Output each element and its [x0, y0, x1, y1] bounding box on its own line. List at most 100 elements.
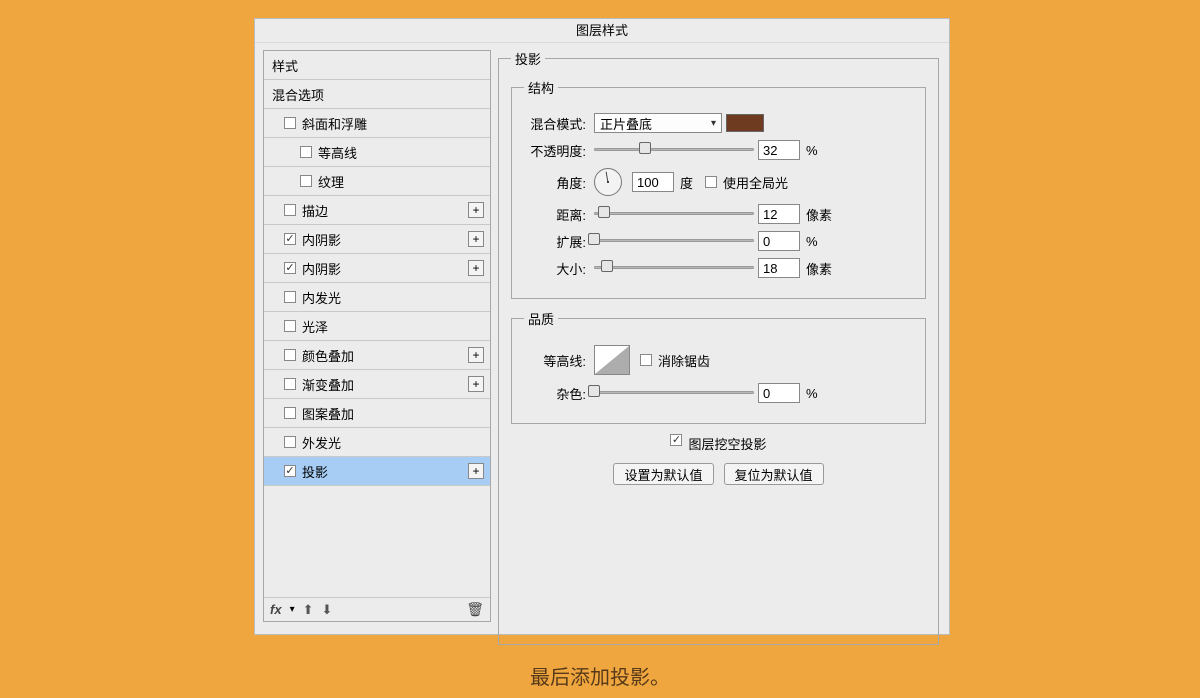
add-effect-icon[interactable]: +	[468, 347, 484, 363]
sidebar-header-label: 混合选项	[272, 85, 324, 104]
angle-input[interactable]: 100	[632, 172, 674, 192]
sidebar-footer: fx ▾ ⬆ ⬇ 🗑	[264, 597, 490, 621]
angle-label: 角度:	[524, 173, 586, 192]
distance-input[interactable]: 12	[758, 204, 800, 224]
antialias-label: 消除锯齿	[658, 351, 710, 370]
angle-unit: 度	[680, 173, 693, 192]
style-item[interactable]: 描边 +	[264, 196, 490, 225]
sidebar-header-label: 样式	[272, 56, 298, 75]
style-checkbox[interactable]	[284, 349, 296, 361]
opacity-label: 不透明度:	[524, 141, 586, 160]
style-checkbox[interactable]	[284, 291, 296, 303]
noise-slider[interactable]	[594, 386, 754, 400]
style-item-label: 内阴影	[302, 230, 341, 249]
settings-panel: 投影 结构 混合模式: 正片叠底 ▾ 不透明度: 32	[496, 43, 949, 634]
blend-mode-select[interactable]: 正片叠底 ▾	[594, 113, 722, 133]
opacity-slider[interactable]	[594, 143, 754, 157]
page-caption: 最后添加投影。	[0, 661, 1200, 690]
structure-legend: 结构	[524, 78, 558, 97]
panel-title: 投影	[511, 49, 545, 68]
style-checkbox[interactable]	[300, 175, 312, 187]
style-item[interactable]: 图案叠加	[264, 399, 490, 428]
drop-shadow-fieldset: 投影 结构 混合模式: 正片叠底 ▾ 不透明度: 32	[498, 49, 939, 645]
add-effect-icon[interactable]: +	[468, 202, 484, 218]
style-item-label: 描边	[302, 201, 328, 220]
style-item[interactable]: 纹理	[264, 167, 490, 196]
quality-legend: 品质	[524, 309, 558, 328]
styles-list: 样式 混合选项 斜面和浮雕等高线纹理描边+内阴影+内阴影+内发光光泽颜色叠加+渐…	[264, 51, 490, 597]
add-effect-icon[interactable]: +	[468, 231, 484, 247]
layer-style-dialog: 图层样式 样式 混合选项 斜面和浮雕等高线纹理描边 + 内阴影 + 内阴影 + 内发光光泽颜…	[254, 18, 950, 635]
fx-menu-icon[interactable]: fx	[270, 602, 282, 617]
style-item-label: 投影	[302, 462, 328, 481]
size-unit: 像素	[806, 259, 832, 278]
noise-unit: %	[806, 386, 818, 401]
add-effect-icon[interactable]: +	[468, 260, 484, 276]
style-item[interactable]: 内发光	[264, 283, 490, 312]
style-item[interactable]: 光泽	[264, 312, 490, 341]
blend-mode-value: 正片叠底	[600, 114, 652, 133]
style-item-label: 内阴影	[302, 259, 341, 278]
style-item[interactable]: 外发光	[264, 428, 490, 457]
style-item[interactable]: 投影 +	[264, 457, 490, 486]
style-item[interactable]: 等高线	[264, 138, 490, 167]
style-checkbox[interactable]	[284, 436, 296, 448]
style-item[interactable]: 颜色叠加+	[264, 341, 490, 370]
style-checkbox[interactable]	[284, 320, 296, 332]
style-checkbox[interactable]	[284, 378, 296, 390]
move-up-icon[interactable]: ⬆	[303, 602, 314, 618]
contour-picker[interactable]	[594, 345, 630, 375]
style-item[interactable]: 斜面和浮雕	[264, 109, 490, 138]
opacity-unit: %	[806, 143, 818, 158]
spread-input[interactable]: 0	[758, 231, 800, 251]
global-light-label: 使用全局光	[723, 173, 788, 192]
style-checkbox[interactable]	[284, 262, 296, 274]
knockout-checkbox[interactable]	[670, 434, 682, 446]
spread-unit: %	[806, 234, 818, 249]
add-effect-icon[interactable]: +	[468, 376, 484, 392]
style-item-label: 图案叠加	[302, 404, 354, 423]
angle-dial[interactable]	[594, 168, 622, 196]
style-checkbox[interactable]	[284, 465, 296, 477]
style-item[interactable]: 渐变叠加 +	[264, 370, 490, 399]
reset-default-button[interactable]: 复位为默认值	[724, 463, 824, 485]
style-checkbox[interactable]	[284, 233, 296, 245]
add-effect-icon[interactable]: +	[468, 463, 484, 479]
trash-icon[interactable]: 🗑	[466, 601, 484, 618]
distance-label: 距离:	[524, 205, 586, 224]
style-checkbox[interactable]	[284, 204, 296, 216]
set-default-button[interactable]: 设置为默认值	[613, 463, 713, 485]
chevron-down-icon: ▾	[711, 118, 716, 129]
antialias-checkbox[interactable]	[640, 354, 652, 366]
size-slider[interactable]	[594, 261, 754, 275]
styles-sidebar: 样式 混合选项 斜面和浮雕等高线纹理描边+内阴影+内阴影+内发光光泽颜色叠加+渐…	[263, 50, 491, 622]
style-item-label: 等高线	[318, 143, 357, 162]
sidebar-header-styles[interactable]: 样式	[264, 51, 490, 80]
style-item[interactable]: 内阴影 +	[264, 225, 490, 254]
knockout-label: 图层挖空投影	[688, 434, 766, 453]
style-item-label: 内发光	[302, 288, 341, 307]
style-item[interactable]: 内阴影 +	[264, 254, 490, 283]
blend-mode-label: 混合模式:	[524, 114, 586, 133]
spread-slider[interactable]	[594, 234, 754, 248]
contour-label: 等高线:	[524, 351, 586, 370]
opacity-input[interactable]: 32	[758, 140, 800, 160]
global-light-checkbox[interactable]	[705, 176, 717, 188]
style-checkbox[interactable]	[284, 407, 296, 419]
quality-fieldset: 品质 等高线: 消除锯齿 杂色: 0 %	[511, 309, 926, 424]
dialog-title: 图层样式	[255, 19, 949, 43]
style-item-label: 渐变叠加	[302, 375, 354, 394]
shadow-color-swatch[interactable]	[726, 114, 764, 132]
sidebar-header-blending[interactable]: 混合选项	[264, 80, 490, 109]
move-down-icon[interactable]: ⬇	[322, 602, 333, 618]
distance-slider[interactable]	[594, 207, 754, 221]
structure-fieldset: 结构 混合模式: 正片叠底 ▾ 不透明度: 32 %	[511, 78, 926, 299]
style-item-label: 光泽	[302, 317, 328, 336]
style-item-label: 斜面和浮雕	[302, 114, 367, 133]
size-input[interactable]: 18	[758, 258, 800, 278]
style-checkbox[interactable]	[300, 146, 312, 158]
style-item-label: 外发光	[302, 433, 341, 452]
noise-input[interactable]: 0	[758, 383, 800, 403]
style-checkbox[interactable]	[284, 117, 296, 129]
distance-unit: 像素	[806, 205, 832, 224]
